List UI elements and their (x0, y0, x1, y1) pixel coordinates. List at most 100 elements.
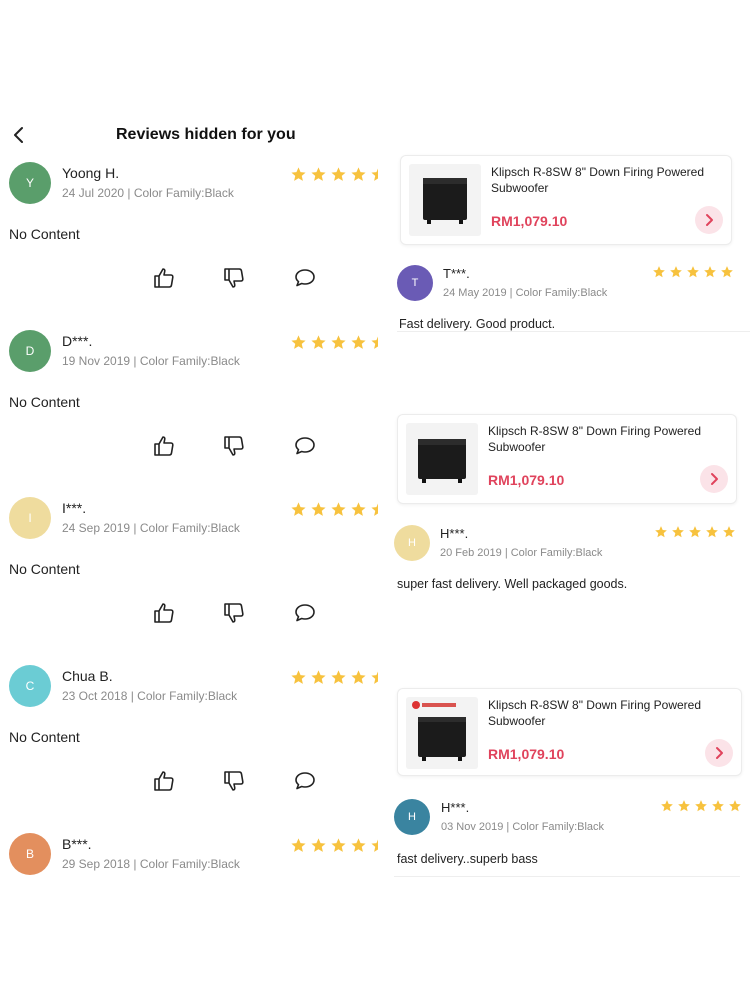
star-icon (712, 800, 724, 812)
dislike-button[interactable] (222, 434, 246, 458)
product-title: Klipsch R-8SW 8" Down Firing Powered Sub… (488, 424, 701, 454)
review-content: No Content (9, 561, 80, 577)
avatar: H (394, 525, 430, 561)
product-card[interactable]: Klipsch R-8SW 8" Down Firing Powered Sub… (400, 155, 732, 245)
review-meta: 20 Feb 2019 | Color Family:Black (440, 547, 603, 559)
comment-button[interactable] (293, 434, 317, 458)
review-content: No Content (9, 729, 80, 745)
reviewer-name: B***. (62, 836, 92, 852)
star-icon (351, 167, 366, 181)
like-button[interactable] (152, 434, 176, 458)
review-content: super fast delivery. Well packaged goods… (397, 577, 628, 591)
like-button[interactable] (152, 266, 176, 290)
thumbs-up-icon (154, 436, 174, 456)
thumbs-up-icon (154, 268, 174, 288)
reviewer-name: D***. (62, 333, 93, 349)
review-content: No Content (9, 226, 80, 242)
review-item: I I***. 24 Sep 2019 | Color Family:Black… (0, 497, 378, 665)
comment-icon (295, 269, 315, 287)
avatar: T (397, 265, 433, 301)
review-content: No Content (9, 394, 80, 410)
star-icon (291, 167, 306, 181)
dislike-button[interactable] (222, 601, 246, 625)
star-icon (331, 670, 346, 684)
star-icon (311, 167, 326, 181)
go-to-product-button[interactable] (700, 465, 728, 493)
thumbs-up-icon (154, 603, 174, 623)
star-icon (291, 838, 306, 852)
star-icon (670, 266, 682, 278)
go-to-product-button[interactable] (705, 739, 733, 767)
subwoofer-image (409, 164, 481, 236)
dislike-button[interactable] (222, 769, 246, 793)
avatar: B (9, 833, 51, 875)
reviewer-name: H***. (441, 800, 470, 815)
star-icon (678, 800, 690, 812)
comment-icon (295, 437, 315, 455)
reviewer-name: I***. (62, 500, 87, 516)
star-icon (311, 335, 326, 349)
star-icon (371, 168, 378, 181)
star-icon (351, 335, 366, 349)
product-image (409, 164, 481, 236)
star-rating (652, 265, 734, 279)
divider (397, 331, 750, 332)
star-rating (290, 166, 378, 183)
avatar: D (9, 330, 51, 372)
product-card[interactable]: Klipsch R-8SW 8" Down Firing Powered Sub… (397, 688, 742, 776)
comment-button[interactable] (293, 601, 317, 625)
back-button[interactable] (8, 124, 30, 146)
star-icon (729, 800, 741, 812)
star-icon (311, 502, 326, 516)
subwoofer-image (406, 423, 478, 495)
review-item: C Chua B. 23 Oct 2018 | Color Family:Bla… (0, 665, 378, 833)
star-icon (331, 335, 346, 349)
avatar: I (9, 497, 51, 539)
chevron-right-icon (711, 473, 718, 485)
star-icon (291, 502, 306, 516)
star-icon (371, 671, 378, 684)
star-rating (290, 669, 378, 686)
star-icon (351, 838, 366, 852)
divider (394, 876, 740, 877)
reviewer-name: H***. (440, 526, 469, 541)
review-meta: 24 Sep 2019 | Color Family:Black (62, 521, 240, 535)
star-icon (331, 838, 346, 852)
reviewer-name: T***. (443, 266, 470, 281)
comment-button[interactable] (293, 769, 317, 793)
star-icon (291, 335, 306, 349)
star-icon (661, 800, 673, 812)
review-item: D D***. 19 Nov 2019 | Color Family:Black… (0, 330, 378, 498)
star-icon (672, 526, 684, 538)
comment-button[interactable] (293, 266, 317, 290)
star-icon (331, 167, 346, 181)
review-meta: 19 Nov 2019 | Color Family:Black (62, 354, 240, 368)
like-button[interactable] (152, 769, 176, 793)
star-icon (311, 670, 326, 684)
thumbs-down-icon (224, 436, 244, 456)
star-rating (290, 837, 378, 854)
product-price: RM1,079.10 (488, 746, 565, 762)
go-to-product-button[interactable] (695, 206, 723, 234)
star-icon (723, 526, 735, 538)
review-content: fast delivery..superb bass (397, 852, 538, 866)
reviewer-name: Chua B. (62, 668, 113, 684)
star-icon (687, 266, 699, 278)
chevron-left-icon (14, 127, 23, 143)
product-price: RM1,079.10 (491, 213, 568, 229)
reviewer-name: Yoong H. (62, 165, 120, 181)
like-button[interactable] (152, 601, 176, 625)
thumbs-down-icon (224, 771, 244, 791)
product-image (406, 423, 478, 495)
star-icon (706, 526, 718, 538)
chevron-right-icon (716, 747, 723, 759)
dislike-button[interactable] (222, 266, 246, 290)
product-card[interactable]: Klipsch R-8SW 8" Down Firing Powered Sub… (397, 414, 737, 504)
star-icon (655, 526, 667, 538)
avatar: H (394, 799, 430, 835)
star-icon (291, 670, 306, 684)
star-icon (331, 502, 346, 516)
star-icon (689, 526, 701, 538)
review-meta: 03 Nov 2019 | Color Family:Black (441, 821, 605, 833)
star-rating (654, 525, 736, 539)
